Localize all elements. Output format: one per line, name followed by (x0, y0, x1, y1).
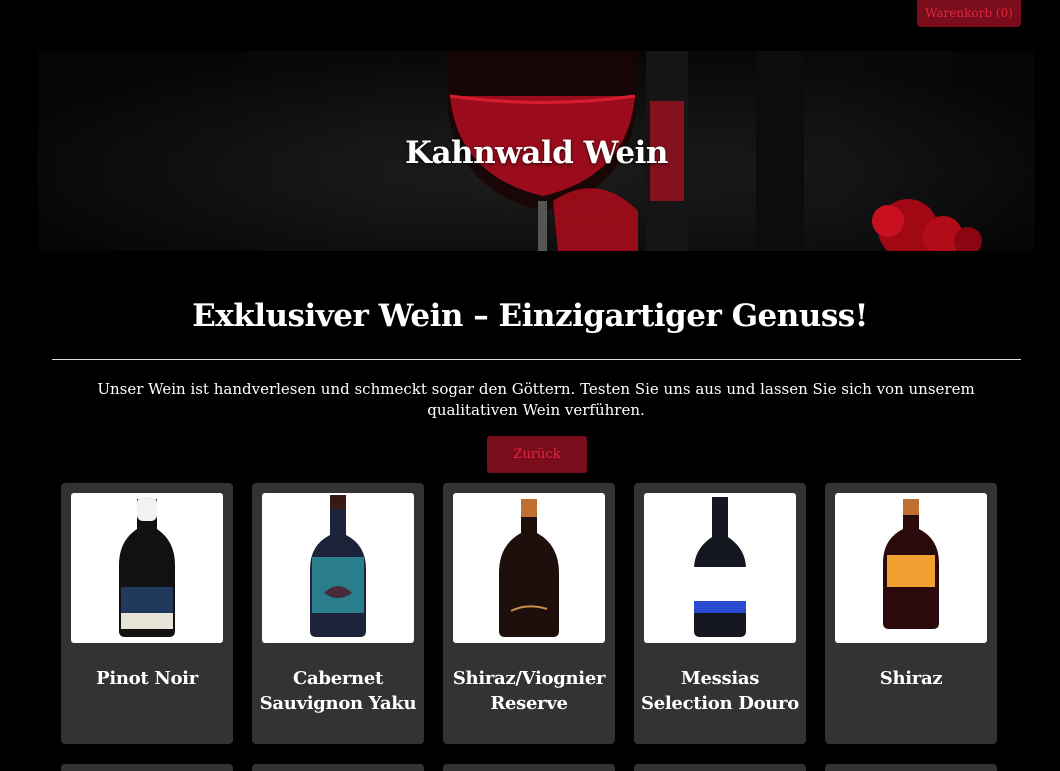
product-card[interactable]: Pinot Noir (61, 483, 233, 744)
product-card[interactable] (61, 764, 233, 771)
site-title: Kahnwald Wein (405, 135, 668, 171)
product-name: Cabernet Sauvignon Yaku (259, 668, 417, 714)
product-name: Pinot Noir (96, 668, 198, 689)
product-name: Shiraz/Viognier Reserve (452, 668, 606, 714)
product-image[interactable] (453, 493, 605, 643)
hero-banner: Kahnwald Wein (38, 51, 1035, 251)
product-image[interactable] (71, 493, 223, 643)
product-card[interactable] (634, 764, 806, 771)
product-name: Shiraz (879, 668, 943, 689)
product-image[interactable] (262, 493, 414, 643)
product-image[interactable] (644, 493, 796, 643)
wine-bottle-icon (499, 499, 559, 637)
product-name: Messias Selection Douro (641, 668, 799, 714)
cart-button[interactable]: Warenkorb (0) (917, 0, 1021, 27)
product-card[interactable] (443, 764, 615, 771)
back-button[interactable]: Zurück (487, 436, 587, 473)
page-headline: Exklusiver Wein – Einzigartiger Genuss! (192, 298, 868, 334)
product-card[interactable]: Shiraz (825, 483, 997, 744)
product-card[interactable]: Cabernet Sauvignon Yaku (252, 483, 424, 744)
product-card[interactable]: Messias Selection Douro (634, 483, 806, 744)
product-card[interactable] (825, 764, 997, 771)
divider (52, 359, 1021, 360)
wine-bottle-icon (694, 497, 746, 637)
intro-text: Unser Wein ist handverlesen und schmeckt… (97, 380, 975, 419)
wine-bottle-icon (310, 495, 366, 637)
wine-bottle-icon (119, 497, 175, 637)
product-image[interactable] (835, 493, 987, 643)
wine-bottle-icon (883, 499, 939, 629)
product-card[interactable] (252, 764, 424, 771)
product-card[interactable]: Shiraz/Viognier Reserve (443, 483, 615, 744)
